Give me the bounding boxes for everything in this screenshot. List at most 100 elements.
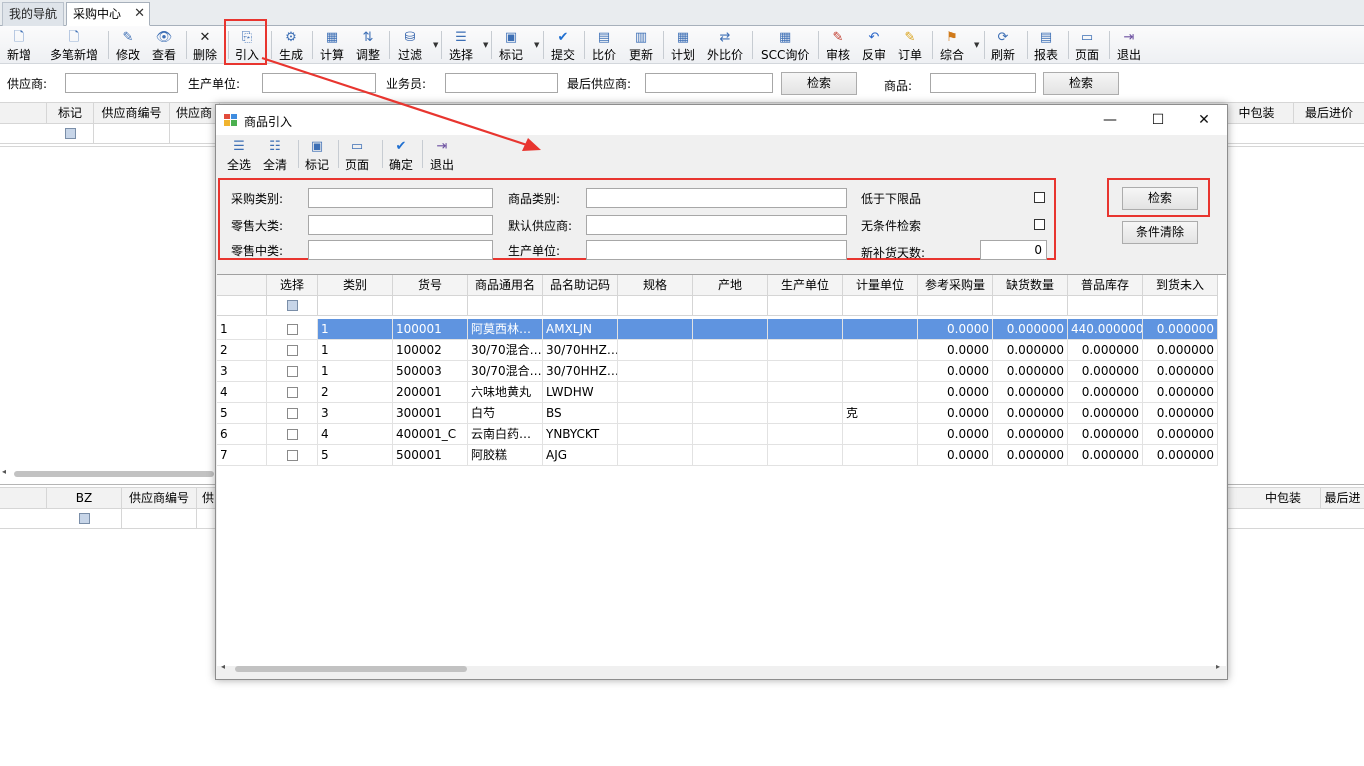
dialog-toolbar-button-clear-all[interactable]: ☷ 全清 — [263, 139, 287, 173]
goods-input[interactable] — [930, 73, 1036, 93]
retail-major-input[interactable] — [308, 215, 493, 235]
toolbar-button-inquiry[interactable]: ▦ SCC询价 — [761, 26, 809, 64]
toolbar-button-filter[interactable]: ⛁ 过滤 — [398, 26, 422, 64]
toolbar-button-new-doc[interactable]: 🗋 新增 — [7, 26, 31, 64]
column-header[interactable]: 规格 — [618, 275, 693, 296]
minimize-icon[interactable]: — — [1093, 109, 1127, 131]
dialog-toolbar-button-page[interactable]: ▭ 页面 — [345, 139, 369, 173]
scroll-right-icon[interactable]: ▸ — [1216, 662, 1220, 671]
row-checkbox[interactable] — [286, 450, 298, 461]
default-supplier-input[interactable] — [586, 215, 847, 235]
salesman-input[interactable] — [445, 73, 558, 93]
select-all-checkbox[interactable] — [286, 300, 298, 311]
toolbar-button-multi-new[interactable]: 🗋 多笔新增 — [50, 26, 98, 64]
table-row[interactable]: 6 4 400001_C 云南白药… YNBYCKT 0.0000 0.000000 0.00… — [217, 424, 1226, 445]
row-checkbox[interactable] — [286, 408, 298, 419]
column-header[interactable]: 缺货数量 — [993, 275, 1068, 296]
row-checkbox[interactable] — [286, 429, 298, 440]
column-header[interactable]: 普品库存 — [1068, 275, 1143, 296]
dialog-toolbar-button-checkmark[interactable]: ✔ 确定 — [389, 139, 413, 173]
toolbar-button-delete[interactable]: ✕ 删除 — [193, 26, 217, 64]
column-header[interactable]: 选择 — [267, 275, 318, 296]
maker-input[interactable] — [262, 73, 376, 93]
column-header[interactable]: 参考采购量 — [918, 275, 993, 296]
table-row[interactable]: 5 3 300001 白芍 BS 克 0.0000 0.000000 0.000000 0.000… — [217, 403, 1226, 424]
column-header[interactable]: 类别 — [318, 275, 393, 296]
chevron-down-icon[interactable]: ▼ — [483, 41, 488, 49]
toolbar-button-report[interactable]: ▤ 报表 — [1034, 26, 1058, 64]
maker-input[interactable] — [586, 240, 847, 260]
toolbar-button-order[interactable]: ✎ 订单 — [898, 26, 922, 64]
column-header[interactable]: 到货未入 — [1143, 275, 1218, 296]
row-checkbox[interactable] — [286, 324, 298, 335]
goods-category-input[interactable] — [586, 188, 847, 208]
dialog-toolbar-button-select-all[interactable]: ☰ 全选 — [227, 139, 251, 173]
column-header[interactable]: 计量单位 — [843, 275, 918, 296]
column-header[interactable]: 品名助记码 — [543, 275, 618, 296]
column-header[interactable]: 中包装 — [1246, 488, 1321, 509]
top-grid-scrollbar[interactable]: ◂ — [0, 467, 220, 479]
toolbar-button-generate[interactable]: ⚙ 生成 — [279, 26, 303, 64]
scroll-left-icon[interactable]: ◂ — [221, 662, 225, 671]
tab-my-navigation[interactable]: 我的导航 — [2, 2, 64, 26]
tab-purchase-center[interactable]: 采购中心 ✕ — [66, 2, 150, 26]
column-header[interactable]: BZ — [47, 488, 122, 509]
column-header[interactable]: 标记 — [47, 103, 94, 124]
scroll-thumb[interactable] — [14, 471, 214, 477]
scroll-left-icon[interactable]: ◂ — [2, 467, 6, 476]
retail-middle-input[interactable] — [308, 240, 493, 260]
supplier-input[interactable] — [65, 73, 178, 93]
toolbar-button-refresh[interactable]: ⟳ 刷新 — [991, 26, 1015, 64]
column-header[interactable]: 产地 — [693, 275, 768, 296]
column-header[interactable]: 供应商 — [170, 103, 220, 124]
toolbar-button-unaudit[interactable]: ↶ 反审 — [862, 26, 886, 64]
column-header[interactable]: 货号 — [393, 275, 468, 296]
column-header[interactable]: 供应商编号 — [122, 488, 197, 509]
dialog-toolbar-button-mark[interactable]: ▣ 标记 — [305, 139, 329, 173]
toolbar-button-page[interactable]: ▭ 页面 — [1075, 26, 1099, 64]
unconditional-search-checkbox[interactable] — [1034, 219, 1045, 230]
toolbar-button-calculate[interactable]: ▦ 计算 — [320, 26, 344, 64]
dialog-title-bar[interactable]: 商品引入 — ☐ ✕ — [216, 105, 1227, 135]
toolbar-button-adjust[interactable]: ⇅ 调整 — [356, 26, 380, 64]
bz-checkbox[interactable] — [78, 513, 90, 524]
toolbar-button-audit[interactable]: ✎ 审核 — [826, 26, 850, 64]
dialog-horizontal-scrollbar[interactable]: ◂ ▸ — [219, 662, 1224, 674]
toolbar-button-edit[interactable]: ✎ 修改 — [116, 26, 140, 64]
row-checkbox[interactable] — [286, 345, 298, 356]
toolbar-button-view[interactable]: 👁 查看 — [152, 26, 176, 64]
row-checkbox[interactable] — [286, 366, 298, 377]
column-header[interactable]: 中包装 — [1220, 103, 1294, 124]
below-lower-limit-checkbox[interactable] — [1034, 192, 1045, 203]
toolbar-button-submit[interactable]: ✔ 提交 — [551, 26, 575, 64]
table-row[interactable]: 1 1 100001 阿莫西林… AMXLJN 0.0000 0.000000 440.000… — [217, 319, 1226, 340]
goods-search-button[interactable]: 检索 — [1043, 72, 1119, 95]
toolbar-button-combined[interactable]: ⚑ 综合 — [940, 26, 964, 64]
dialog-toolbar-button-exit[interactable]: ⇥ 退出 — [430, 139, 454, 173]
search-button[interactable]: 检索 — [781, 72, 857, 95]
table-row[interactable]: 7 5 500001 阿胶糕 AJG 0.0000 0.000000 0.000000 0.00… — [217, 445, 1226, 466]
mark-checkbox[interactable] — [64, 128, 76, 139]
dialog-search-button[interactable]: 检索 — [1122, 187, 1198, 210]
clear-conditions-button[interactable]: 条件清除 — [1122, 221, 1198, 244]
toolbar-button-external-compare[interactable]: ⇄ 外比价 — [707, 26, 743, 64]
close-icon[interactable]: ✕ — [1187, 109, 1221, 131]
column-header[interactable]: 最后进 — [1321, 488, 1364, 509]
toolbar-button-mark[interactable]: ▣ 标记 — [499, 26, 523, 64]
toolbar-button-plan[interactable]: ▦ 计划 — [671, 26, 695, 64]
toolbar-button-exit[interactable]: ⇥ 退出 — [1117, 26, 1141, 64]
column-header[interactable]: 生产单位 — [768, 275, 843, 296]
column-header[interactable]: 供应商编号 — [94, 103, 170, 124]
toolbar-button-compare-price[interactable]: ▤ 比价 — [592, 26, 616, 64]
table-row[interactable]: 4 2 200001 六味地黄丸 LWDHW 0.0000 0.000000 0.000000… — [217, 382, 1226, 403]
table-row[interactable]: 3 1 500003 30/70混合… 30/70HHZ… 0.0000 0.000000 0… — [217, 361, 1226, 382]
row-checkbox[interactable] — [286, 387, 298, 398]
chevron-down-icon[interactable]: ▼ — [534, 41, 539, 49]
restock-days-input[interactable]: 0 — [980, 240, 1047, 260]
scroll-thumb[interactable] — [235, 666, 467, 672]
column-header[interactable]: 商品通用名 — [468, 275, 543, 296]
maximize-icon[interactable]: ☐ — [1141, 109, 1175, 131]
chevron-down-icon[interactable]: ▼ — [433, 41, 438, 49]
last-supplier-input[interactable] — [645, 73, 773, 93]
chevron-down-icon[interactable]: ▼ — [974, 41, 979, 49]
